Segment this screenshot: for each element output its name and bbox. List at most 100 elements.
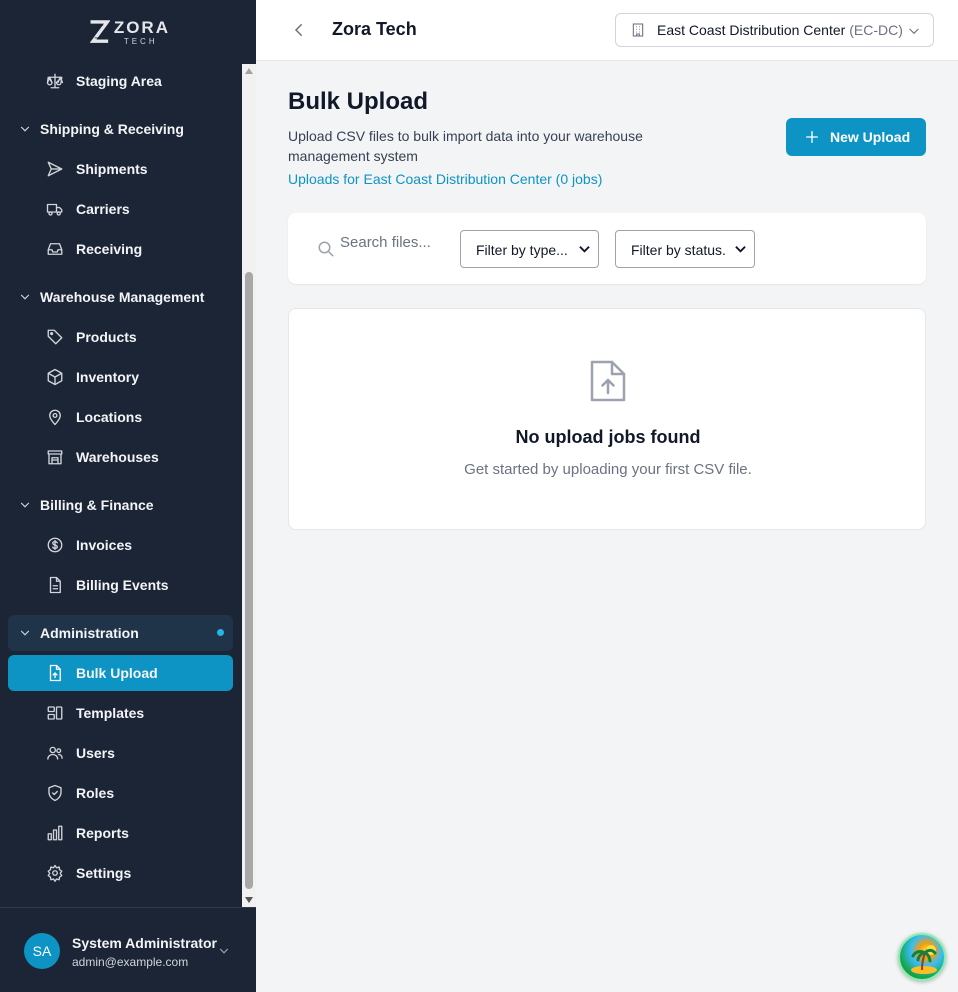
sidebar-item-label: Warehouses <box>76 449 159 465</box>
sidebar-item-warehouses[interactable]: Warehouses <box>8 439 233 475</box>
empty-title: No upload jobs found <box>515 427 701 447</box>
building-icon <box>632 23 644 37</box>
sidebar-item-carriers[interactable]: Carriers <box>8 191 233 227</box>
filter-status-value: Filter by status. <box>631 242 726 258</box>
sidebar-item-label: Inventory <box>76 369 140 385</box>
box-icon <box>45 367 65 387</box>
caret-down-icon <box>735 246 746 253</box>
sidebar-item-label: Invoices <box>76 537 133 553</box>
inbox-icon <box>45 239 65 259</box>
chevron-down-icon <box>20 630 30 636</box>
scrollbar-thumb[interactable] <box>245 272 253 889</box>
empty-subtitle: Get started by uploading your first CSV … <box>464 461 752 478</box>
file-upload-icon <box>45 663 65 683</box>
section-warehouse-management[interactable]: Warehouse Management <box>8 279 233 315</box>
user-name: System Administrator <box>72 935 217 951</box>
chevron-down-icon[interactable] <box>217 944 231 958</box>
sidebar-nav: Staging Area Shipping & Receiving Shipme… <box>0 64 256 907</box>
sidebar-item-inventory[interactable]: Inventory <box>8 359 233 395</box>
sidebar-item-label: Locations <box>76 409 143 425</box>
sidebar-item-staging-area[interactable]: Staging Area <box>8 64 233 99</box>
warehouse-code: (EC-DC) <box>849 22 903 38</box>
map-pin-icon <box>45 407 65 427</box>
brand-sub: TECH <box>123 36 158 46</box>
uploads-link[interactable]: Uploads for East Coast Distribution Cent… <box>288 171 602 187</box>
sidebar-item-label: Settings <box>76 865 132 881</box>
file-text-icon <box>45 575 65 595</box>
back-chevron-icon[interactable] <box>290 21 308 39</box>
sidebar-item-templates[interactable]: Templates <box>8 695 233 731</box>
sidebar-item-receiving[interactable]: Receiving <box>8 231 233 267</box>
sidebar-item-label: Roles <box>76 785 115 801</box>
user-email: admin@example.com <box>72 955 189 969</box>
sidebar-item-label: Reports <box>76 825 129 841</box>
sidebar-item-label: Carriers <box>76 201 130 217</box>
filter-type-select[interactable]: Filter by type... <box>460 230 599 268</box>
search-icon <box>318 241 334 257</box>
zora-logo-icon <box>89 20 110 43</box>
users-icon <box>45 743 65 763</box>
sidebar-item-settings[interactable]: Settings <box>8 855 233 891</box>
layout-icon <box>45 703 65 723</box>
caret-down-icon <box>579 246 590 253</box>
tag-icon <box>45 327 65 347</box>
filter-bar: Filter by type... Filter by status. <box>288 213 926 284</box>
sidebar-item-roles[interactable]: Roles <box>8 775 233 811</box>
chevron-down-icon <box>20 294 30 300</box>
plus-icon <box>806 131 818 143</box>
chevron-down-icon <box>20 126 30 132</box>
truck-icon <box>45 199 65 219</box>
sidebar-scrollbar[interactable] <box>242 64 256 907</box>
sidebar-item-shipments[interactable]: Shipments <box>8 151 233 187</box>
sidebar-item-reports[interactable]: Reports <box>8 815 233 851</box>
avatar: SA <box>24 933 60 969</box>
page-title: Bulk Upload <box>288 88 429 115</box>
sidebar: ZORA TECH Staging Area Shipping & Receiv… <box>0 0 256 992</box>
chevron-down-icon <box>909 28 919 35</box>
company-name: Zora Tech <box>332 19 417 39</box>
shield-icon <box>45 783 65 803</box>
page-description: Upload CSV files to bulk import data int… <box>288 128 643 164</box>
sidebar-item-invoices[interactable]: Invoices <box>8 527 233 563</box>
brand-name: ZORA <box>113 17 170 37</box>
warehouse-selector[interactable]: East Coast Distribution Center (EC-DC) <box>615 13 934 47</box>
sidebar-item-bulk-upload[interactable]: Bulk Upload <box>8 655 233 691</box>
palm-island-icon <box>911 945 937 974</box>
brand-logo[interactable]: ZORA TECH <box>88 16 170 48</box>
section-label: Shipping & Receiving <box>40 121 184 137</box>
sidebar-item-label: Shipments <box>76 161 148 177</box>
gear-icon <box>45 863 65 883</box>
sidebar-item-label: Billing Events <box>76 577 169 593</box>
warehouse-name: East Coast Distribution Center <box>657 22 846 38</box>
scroll-up-arrow-icon[interactable] <box>245 68 253 74</box>
sidebar-item-label: Templates <box>76 705 145 721</box>
section-billing-finance[interactable]: Billing & Finance <box>8 487 233 523</box>
sidebar-item-users[interactable]: Users <box>8 735 233 771</box>
section-label: Warehouse Management <box>40 289 205 305</box>
sidebar-item-locations[interactable]: Locations <box>8 399 233 435</box>
bar-chart-icon <box>45 823 65 843</box>
sidebar-item-billing-events[interactable]: Billing Events <box>8 567 233 603</box>
new-upload-label: New Upload <box>830 129 911 145</box>
assistant-fab[interactable] <box>898 933 946 981</box>
scale-icon <box>45 71 65 91</box>
filter-type-value: Filter by type... <box>476 242 568 258</box>
section-label: Administration <box>40 625 139 641</box>
chevron-down-icon <box>20 502 30 508</box>
sidebar-item-label: Users <box>76 745 115 761</box>
section-label: Billing & Finance <box>40 497 154 513</box>
sidebar-item-label: Products <box>76 329 137 345</box>
search-input[interactable] <box>340 231 450 253</box>
section-administration[interactable]: Administration <box>8 615 233 651</box>
user-menu[interactable]: SA System Administrator admin@example.co… <box>0 907 256 992</box>
section-shipping-receiving[interactable]: Shipping & Receiving <box>8 111 233 147</box>
sidebar-item-products[interactable]: Products <box>8 319 233 355</box>
sidebar-item-label: Bulk Upload <box>76 665 158 681</box>
filter-status-select[interactable]: Filter by status. <box>615 230 755 268</box>
send-icon <box>45 159 65 179</box>
sidebar-item-label: Receiving <box>76 241 143 257</box>
file-upload-icon <box>590 360 626 402</box>
empty-state: No upload jobs found Get started by uplo… <box>288 308 926 530</box>
scroll-down-arrow-icon[interactable] <box>245 897 253 903</box>
new-upload-button[interactable]: New Upload <box>786 118 926 156</box>
